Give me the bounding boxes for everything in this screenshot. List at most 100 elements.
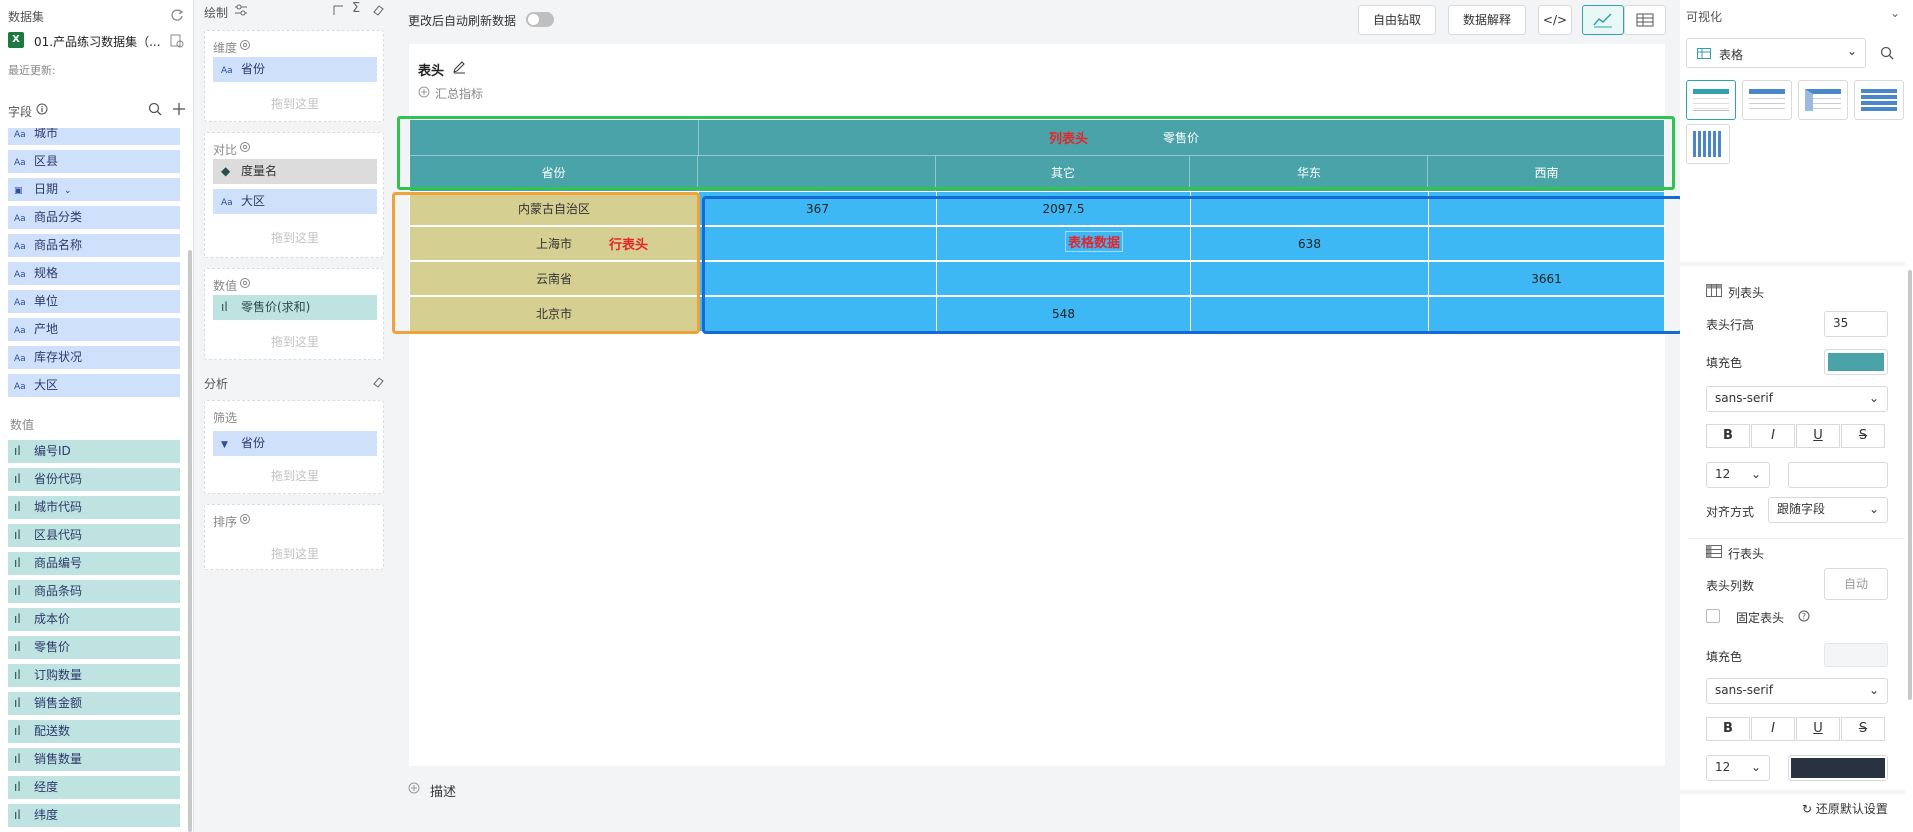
font-size-select[interactable]: 12 ⌄ xyxy=(1706,462,1770,488)
eraser-icon[interactable] xyxy=(372,4,384,16)
field-city-code[interactable]: ıl 城市代码 xyxy=(8,496,180,519)
row-height-input[interactable]: 35 xyxy=(1824,311,1888,337)
pill-measure-name[interactable]: ◆ 度量名 xyxy=(213,159,377,184)
strikethrough-button[interactable]: S xyxy=(1841,717,1885,741)
info-icon[interactable] xyxy=(36,103,48,115)
table-title[interactable]: 表头 xyxy=(418,60,444,79)
chart-type-select[interactable]: 表格 ⌄ xyxy=(1686,38,1866,68)
pill-region[interactable]: Aa 大区 xyxy=(213,189,377,214)
field-sales-amount[interactable]: ıl 销售金额 xyxy=(8,692,180,715)
table-view-button[interactable] xyxy=(1624,5,1666,35)
field-city[interactable]: Aa 城市 xyxy=(8,128,180,145)
gear-icon[interactable] xyxy=(239,39,251,51)
table-style-3[interactable] xyxy=(1798,80,1848,120)
data-cell[interactable] xyxy=(699,227,936,261)
row-header-cell[interactable]: 内蒙古自治区 xyxy=(410,192,698,226)
data-cell[interactable] xyxy=(699,297,936,331)
search-icon[interactable] xyxy=(1880,46,1894,60)
settings-sliders-icon[interactable] xyxy=(234,4,248,16)
data-cell[interactable] xyxy=(1429,297,1664,331)
field-region[interactable]: Aa 大区 xyxy=(8,374,180,397)
scrollbar[interactable] xyxy=(1908,270,1912,700)
corner-icon[interactable] xyxy=(332,4,344,16)
col-header[interactable]: 华东 xyxy=(1191,156,1428,191)
row-header-cell[interactable]: 北京市 xyxy=(410,297,698,331)
reset-defaults-link[interactable]: ↻ 还原默认设置 xyxy=(1802,800,1888,817)
row-font-size-select[interactable]: 12 ⌄ xyxy=(1706,755,1770,781)
row-font-color-swatch[interactable] xyxy=(1788,755,1888,781)
row-font-select[interactable]: sans-serif ⌄ xyxy=(1706,678,1888,704)
col-count-input[interactable]: 自动 xyxy=(1824,568,1888,600)
field-latitude[interactable]: ıl 纬度 xyxy=(8,804,180,827)
row-header-cell[interactable]: 上海市 xyxy=(410,227,698,261)
table-style-5[interactable] xyxy=(1686,124,1730,164)
field-unit[interactable]: Aa 单位 xyxy=(8,290,180,313)
field-province-code[interactable]: ıl 省份代码 xyxy=(8,468,180,491)
col-header[interactable]: 其它 xyxy=(937,156,1190,191)
gear-icon[interactable] xyxy=(239,141,251,153)
pill-filter-province[interactable]: ▼ 省份 xyxy=(213,431,377,456)
row-header-cell[interactable]: 云南省 xyxy=(410,262,698,296)
plus-circle-icon[interactable] xyxy=(408,782,420,794)
search-icon[interactable] xyxy=(148,102,162,116)
field-longitude[interactable]: ıl 经度 xyxy=(8,776,180,799)
eraser-icon[interactable] xyxy=(372,376,384,388)
field-category[interactable]: Aa 商品分类 xyxy=(8,206,180,229)
underline-button[interactable]: U xyxy=(1796,717,1840,741)
field-product-no[interactable]: ıl 商品编号 xyxy=(8,552,180,575)
data-cell[interactable]: 548 xyxy=(937,297,1190,331)
gear-icon[interactable] xyxy=(239,277,251,289)
data-cell[interactable] xyxy=(1429,227,1664,261)
data-cell[interactable]: 638 xyxy=(1191,227,1428,261)
add-field-icon[interactable] xyxy=(172,102,186,116)
summary-link[interactable]: 汇总指标 xyxy=(435,85,483,102)
field-cost[interactable]: ıl 成本价 xyxy=(8,608,180,631)
data-cell[interactable] xyxy=(1191,262,1428,296)
drill-button[interactable]: 自由钻取 xyxy=(1358,5,1436,35)
auto-refresh-toggle[interactable] xyxy=(526,12,554,27)
drop-zone[interactable]: 拖到这里 xyxy=(205,95,385,112)
field-district-code[interactable]: ıl 区县代码 xyxy=(8,524,180,547)
chart-view-button[interactable] xyxy=(1582,5,1624,35)
table-style-2[interactable] xyxy=(1742,80,1792,120)
strikethrough-button[interactable]: S xyxy=(1841,424,1885,448)
data-cell[interactable]: 2097.5 xyxy=(937,192,1190,226)
scrollbar[interactable] xyxy=(188,250,192,832)
sigma-icon[interactable]: Σ xyxy=(352,1,360,16)
field-order-qty[interactable]: ıl 订购数量 xyxy=(8,664,180,687)
drop-zone[interactable]: 拖到这里 xyxy=(205,545,385,562)
pill-retail-sum[interactable]: ıl 零售价(求和) xyxy=(213,295,377,320)
field-spec[interactable]: Aa 规格 xyxy=(8,262,180,285)
data-cell[interactable]: 3661 xyxy=(1429,262,1664,296)
help-icon[interactable]: ? xyxy=(1798,610,1810,622)
data-cell[interactable] xyxy=(699,262,936,296)
italic-button[interactable]: I xyxy=(1751,717,1795,741)
explain-button[interactable]: 数据解释 xyxy=(1448,5,1526,35)
pill-province[interactable]: Aa 省份 xyxy=(213,57,377,82)
describe-link[interactable]: 描述 xyxy=(430,781,456,800)
font-select[interactable]: sans-serif ⌄ xyxy=(1706,386,1888,412)
drop-zone[interactable]: 拖到这里 xyxy=(205,229,385,246)
field-origin[interactable]: Aa 产地 xyxy=(8,318,180,341)
align-select[interactable]: 跟随字段 ⌄ xyxy=(1768,497,1888,523)
field-product-name[interactable]: Aa 商品名称 xyxy=(8,234,180,257)
bold-button[interactable]: B xyxy=(1706,717,1750,741)
field-id[interactable]: ıl 编号ID xyxy=(8,440,180,463)
data-cell[interactable] xyxy=(1191,297,1428,331)
fix-header-checkbox[interactable] xyxy=(1706,609,1720,623)
italic-button[interactable]: I xyxy=(1751,424,1795,448)
data-cell[interactable] xyxy=(1191,192,1428,226)
field-sales-qty[interactable]: ıl 销售数量 xyxy=(8,748,180,771)
field-barcode[interactable]: ıl 商品条码 xyxy=(8,580,180,603)
data-cell[interactable]: 367 xyxy=(699,192,936,226)
table-style-1[interactable] xyxy=(1686,80,1736,120)
bold-button[interactable]: B xyxy=(1706,424,1750,448)
code-button[interactable]: </> xyxy=(1538,5,1572,35)
table-style-4[interactable] xyxy=(1854,80,1904,120)
underline-button[interactable]: U xyxy=(1796,424,1840,448)
col-header[interactable]: 西南 xyxy=(1429,156,1664,191)
fill-color-swatch[interactable] xyxy=(1824,349,1888,375)
data-cell[interactable] xyxy=(937,227,1190,261)
field-district[interactable]: Aa 区县 xyxy=(8,150,180,173)
data-cell[interactable] xyxy=(937,262,1190,296)
